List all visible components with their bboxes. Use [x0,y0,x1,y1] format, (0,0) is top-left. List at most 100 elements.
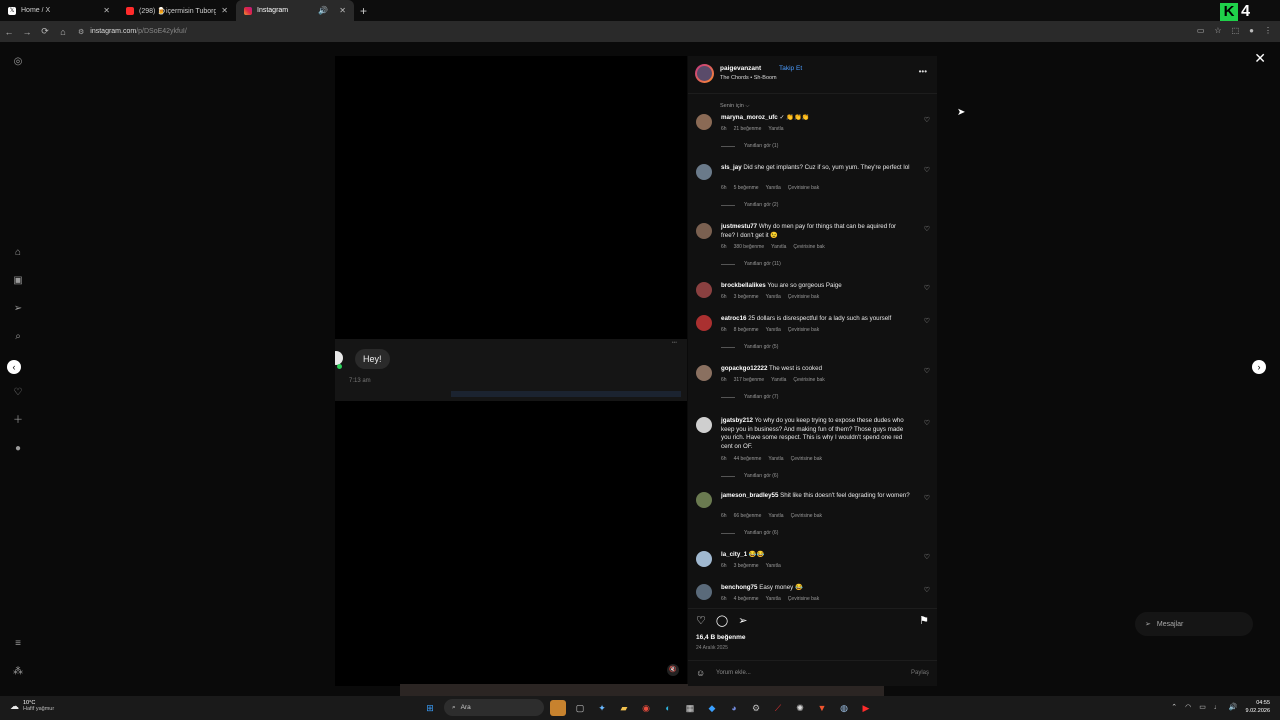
comment-likes[interactable]: 44 beğenme [734,456,762,462]
post-comment-button[interactable]: Paylaş [911,670,929,676]
notifications-nav-icon[interactable]: ♡ [11,386,25,400]
follow-button[interactable]: Takip Et [779,65,802,72]
translate-button[interactable]: Çevirisine bak [791,513,822,519]
store-icon[interactable]: ▦ [682,700,698,716]
close-icon[interactable]: ✕ [1254,50,1266,67]
reply-button[interactable]: Yanıtla [768,456,783,462]
avatar[interactable] [696,114,712,130]
close-tab-icon[interactable]: ✕ [103,6,110,15]
settings-icon[interactable]: ⚙ [748,700,764,716]
search-nav-icon[interactable]: ⌕ [11,330,25,344]
view-replies-button[interactable]: Yanıtları gör (2) [721,202,778,208]
mute-icon[interactable]: 🔇 [667,664,679,676]
site-info-icon[interactable]: ⚙ [78,28,84,36]
comment-username[interactable]: benchong75 [721,584,757,591]
translate-button[interactable]: Çevirisine bak [793,377,824,383]
avatar[interactable] [696,223,712,239]
heart-icon[interactable]: ♡ [924,116,930,124]
heart-icon[interactable]: ♡ [924,494,930,502]
comment-likes[interactable]: 380 beğenme [734,244,765,250]
comment-username[interactable]: maryna_moroz_ufc [721,114,778,121]
new-tab-button[interactable]: + [360,4,367,18]
comment-username[interactable]: la_city_1 [721,551,747,558]
tab-instagram[interactable]: Instagram 🔊 ✕ [236,0,354,21]
messages-pill[interactable]: ➢ Mesajlar [1135,612,1253,636]
heart-icon[interactable]: ♡ [924,586,930,594]
volume-icon[interactable]: 🔊 [1229,703,1238,711]
reply-button[interactable]: Yanıtla [771,377,786,383]
like-icon[interactable]: ♡ [696,614,706,627]
heart-icon[interactable]: ♡ [924,317,930,325]
comment-username[interactable]: gopackgo12222 [721,365,767,372]
comment-likes[interactable]: 317 beğenme [734,377,765,383]
avatar[interactable] [696,315,712,331]
view-replies-button[interactable]: Yanıtları gör (6) [721,473,778,479]
widgets-icon[interactable] [550,699,566,716]
reply-button[interactable]: Yanıtla [766,563,781,569]
avatar[interactable] [696,551,712,567]
cast-icon[interactable]: ▭ [1197,26,1205,35]
speaker-icon[interactable]: 🔊 [318,6,328,15]
home-nav-icon[interactable]: ⌂ [11,246,25,260]
post-username[interactable]: paigevanzant [720,65,761,72]
avatar[interactable] [696,492,712,508]
view-replies-button[interactable]: Yanıtları gör (7) [721,394,778,400]
comment-username[interactable]: brockbellalikes [721,282,766,289]
forward-icon[interactable]: → [18,27,36,37]
comment-username[interactable]: eatroc16 [721,315,746,322]
comment-username[interactable]: jameson_bradley55 [721,492,778,499]
taskbar-search[interactable]: ⌕ Ara [444,699,544,716]
post-song[interactable]: The Chords • Sh-Boom [720,75,777,81]
reels-nav-icon[interactable]: ▣ [11,274,25,288]
view-replies-button[interactable]: Yanıtları gör (1) [721,143,778,149]
reply-button[interactable]: Yanıtla [766,596,781,602]
comment-likes[interactable]: 21 beğenme [734,126,762,132]
chevron-up-icon[interactable]: ⌃ [1171,703,1177,711]
comment-username[interactable]: justmestu77 [721,223,757,230]
reload-icon[interactable]: ⟳ [36,26,54,37]
comment-likes[interactable]: 66 beğenme [734,513,762,519]
comment-icon[interactable]: ◯ [716,614,728,627]
task-view-icon[interactable]: ▢ [572,700,588,716]
like-count[interactable]: 16,4 B beğenme [696,634,746,641]
bookmark-icon[interactable]: ⚑ [919,614,929,627]
translate-button[interactable]: Çevirisine bak [788,596,819,602]
emoji-icon[interactable]: ☺ [696,668,705,678]
file-explorer-icon[interactable]: ▰ [616,700,632,716]
heart-icon[interactable]: ♡ [924,553,930,561]
youtube-app-icon[interactable]: ▶ [858,700,874,716]
network-icon[interactable]: ◠ [1185,703,1191,711]
star-icon[interactable]: ☆ [1214,26,1221,35]
view-replies-button[interactable]: Yanıtları gör (11) [721,261,781,267]
display-icon[interactable]: ▭ [1199,703,1206,711]
translate-button[interactable]: Çevirisine bak [788,327,819,333]
heart-icon[interactable]: ♡ [924,419,930,427]
reply-button[interactable]: Yanıtla [766,327,781,333]
view-replies-button[interactable]: Yanıtları gör (6) [721,530,778,536]
translate-button[interactable]: Çevirisine bak [788,294,819,300]
instagram-logo-icon[interactable]: ◎ [11,55,25,69]
comment-likes[interactable]: 3 beğenme [734,294,759,300]
comment-input[interactable]: Yorum ekle... [716,670,751,676]
translate-button[interactable]: Çevirisine bak [791,456,822,462]
reply-button[interactable]: Yanıtla [771,244,786,250]
heart-icon[interactable]: ♡ [924,225,930,233]
comment-sort-dropdown[interactable]: Senin için ⌵ [720,103,750,110]
extension-icon[interactable]: ⬚ [1232,26,1240,35]
comment-username[interactable]: sls_jay [721,164,742,171]
back-icon[interactable]: ← [0,27,18,37]
avatar[interactable] [695,64,714,83]
edge-icon[interactable]: ◐ [660,700,676,716]
heart-icon[interactable]: ♡ [924,367,930,375]
close-tab-icon[interactable]: ✕ [339,6,346,15]
comment-username[interactable]: jgatsby212 [721,417,753,424]
avatar[interactable] [696,365,712,381]
comment-likes[interactable]: 8 beğenme [734,327,759,333]
translate-button[interactable]: Çevirisine bak [788,185,819,191]
discord-icon[interactable]: ◕ [726,700,742,716]
reply-button[interactable]: Yanıtla [768,126,783,132]
url-field[interactable]: ⚙ instagram.com/p/DSoE42ykfuI/ [78,28,187,36]
post-media[interactable]: ••• Hey! 7:13 am 🔇 [335,56,687,686]
avatar[interactable] [696,417,712,433]
share-icon[interactable]: ➢ [738,614,747,627]
